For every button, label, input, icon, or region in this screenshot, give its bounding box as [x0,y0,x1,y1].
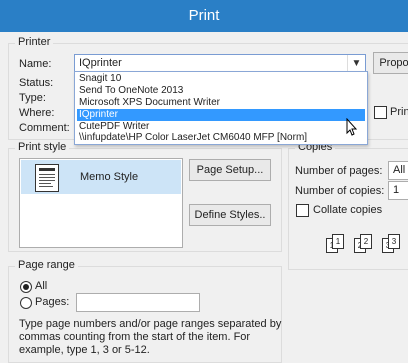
page-range-help-line-2: commas counting from the start of the it… [19,331,251,343]
page-range-help-line-1: Type page numbers and/or page ranges sep… [19,318,282,330]
memo-document-icon [35,164,59,192]
collate-page: 2 [360,234,372,249]
print-to-file-checkbox[interactable] [374,106,387,119]
page-range-legend: Page range [15,259,78,271]
collate-copies-checkbox[interactable] [296,204,309,217]
list-item-memo-style[interactable]: Memo Style [21,160,181,194]
print-dialog: Printer Name: IQprinter ▼ Propo Status: … [0,32,408,363]
printer-dropdown-list[interactable]: Snagit 10 Send To OneNote 2013 Microsoft… [74,71,368,145]
comment-label: Comment: [19,122,70,134]
pages-radio[interactable] [20,297,32,309]
all-radio-label: All [35,280,48,292]
number-of-copies-input[interactable]: 1 [388,181,408,200]
print-style-list[interactable]: Memo Style [19,158,183,248]
define-styles-button[interactable]: Define Styles.. [189,204,271,226]
number-of-pages-value: All [393,164,406,176]
page-range-help-line-3: example, type 1, 3 or 5-12. [19,344,150,356]
number-of-pages-combo[interactable]: All [388,161,408,180]
title-bar: Print [0,0,408,32]
dropdown-item-onenote[interactable]: Send To OneNote 2013 [77,85,365,97]
chevron-down-icon[interactable]: ▼ [347,55,365,72]
printer-legend: Printer [15,36,54,48]
pages-input[interactable] [76,293,200,312]
all-radio[interactable] [20,281,32,293]
print-style-legend: Print style [15,141,70,153]
properties-button[interactable]: Propo [373,52,408,74]
collate-illustration: 1 1 2 2 3 3 [322,232,408,256]
number-of-copies-label: Number of copies: [295,185,385,197]
collate-page: 1 [332,234,344,249]
name-label: Name: [19,58,52,70]
print-to-file-label: Print [390,106,408,118]
dropdown-item-hp-laserjet[interactable]: \\infupdate\HP Color LaserJet CM6040 MFP… [77,132,365,144]
page-setup-button[interactable]: Page Setup... [189,159,271,181]
dropdown-item-snagit[interactable]: Snagit 10 [77,73,365,85]
collate-copies-label: Collate copies [313,204,383,216]
status-label: Status: [19,77,54,89]
dropdown-item-iqprinter[interactable]: IQprinter [77,109,365,121]
collate-page: 3 [388,234,400,249]
memo-style-label: Memo Style [80,171,139,183]
window-title: Print [188,7,220,24]
mouse-cursor-icon [346,118,358,136]
where-label: Where: [19,107,55,119]
type-label: Type: [19,92,46,104]
dropdown-item-xps[interactable]: Microsoft XPS Document Writer [77,97,365,109]
printer-name-value: IQprinter [79,57,122,69]
pages-radio-label: Pages: [35,296,70,308]
number-of-copies-value: 1 [393,184,400,196]
number-of-pages-label: Number of pages: [295,165,383,177]
